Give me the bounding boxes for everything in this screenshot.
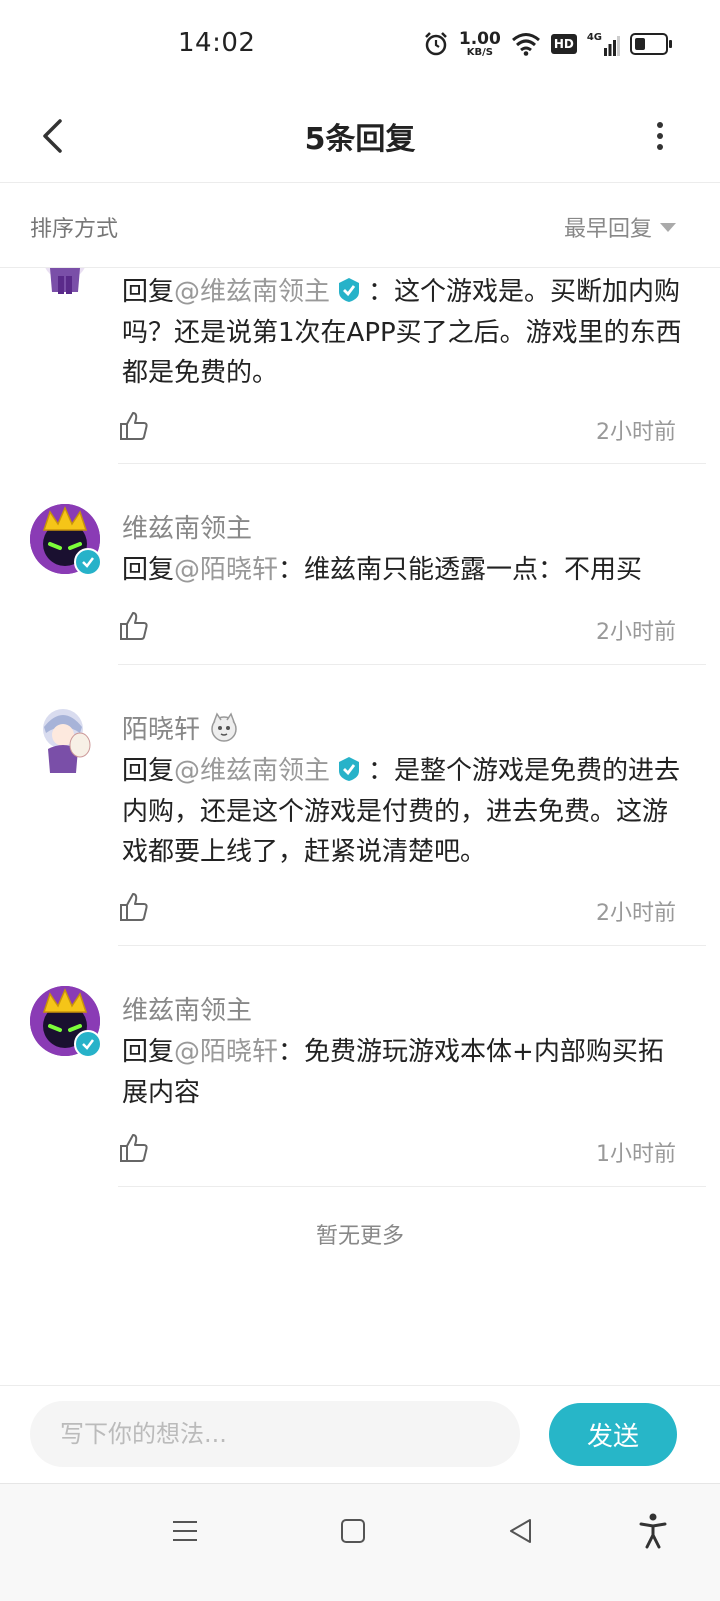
divider — [118, 1186, 706, 1187]
menu-icon — [173, 1521, 197, 1541]
like-icon[interactable] — [118, 610, 150, 642]
reply-content: 回复@陌晓轩：维兹南只能透露一点：不用买 — [122, 550, 682, 591]
wifi-icon — [511, 33, 540, 56]
reply-content: 回复@维兹南领主 ：这个游戏是。买断加内购吗？还是说第1次在APP买了之后。游戏里… — [122, 272, 682, 394]
reply-list[interactable]: 回复@维兹南领主 ：这个游戏是。买断加内购吗？还是说第1次在APP买了之后。游戏里… — [0, 268, 720, 1385]
accessibility-nav-button[interactable] — [628, 1506, 678, 1556]
avatar[interactable] — [30, 504, 102, 576]
mention-link[interactable]: @陌晓轩 — [174, 555, 278, 585]
composer-bar: 发送 — [0, 1385, 720, 1484]
avatar[interactable] — [30, 705, 100, 775]
verified-badge-icon — [339, 278, 360, 302]
net-speed-value: 1.00 — [458, 28, 501, 49]
username-text: 维兹南领主 — [122, 514, 253, 544]
reply-time: 2小时前 — [596, 620, 676, 645]
reply-time: 2小时前 — [596, 420, 676, 445]
divider — [118, 945, 706, 946]
username-text: 陌晓轩 — [122, 715, 201, 745]
accessibility-icon — [639, 1513, 667, 1549]
like-icon[interactable] — [118, 1132, 150, 1164]
reply-prefix: 回复 — [122, 555, 175, 585]
triangle-back-icon — [510, 1519, 531, 1543]
verified-badge-icon — [74, 548, 102, 576]
reply-separator: ： — [278, 1037, 305, 1067]
comment-input[interactable] — [30, 1401, 520, 1467]
username-text: 维兹南领主 — [122, 996, 253, 1026]
sort-current: 最早回复 — [563, 217, 652, 242]
net-speed-unit: KB/S — [466, 46, 493, 58]
reply-separator: ： — [368, 277, 395, 307]
more-options-button[interactable] — [640, 108, 680, 164]
alarm-icon — [424, 32, 447, 56]
menu-nav-button[interactable] — [160, 1506, 210, 1556]
sort-dropdown[interactable]: 最早回复 — [564, 211, 676, 243]
status-time: 14:02 — [178, 28, 256, 58]
more-vertical-icon — [657, 122, 663, 150]
divider — [118, 463, 706, 464]
mention-link[interactable]: @维兹南领主 — [174, 277, 330, 307]
divider — [118, 664, 706, 665]
username[interactable]: 维兹南领主 — [122, 990, 252, 1027]
sort-label: 排序方式 — [30, 217, 119, 242]
signal-icon — [604, 36, 620, 56]
reply-separator: ： — [368, 756, 395, 786]
verified-badge-icon — [339, 757, 360, 781]
no-more-label: 暂无更多 — [315, 1224, 404, 1249]
title-bar: 5条回复 — [0, 90, 720, 183]
avatar[interactable] — [30, 268, 100, 298]
reply-time: 1小时前 — [596, 1142, 676, 1167]
sort-bar: 排序方式 最早回复 — [0, 183, 720, 268]
signal-label: 4G — [586, 32, 602, 43]
status-bar: 14:02 1.00 KB/S HD 4G — [0, 0, 720, 90]
reply-content: 回复@维兹南领主 ：是整个游戏是免费的进去内购，还是这个游戏是付费的，进去免费。这… — [122, 751, 682, 873]
mention-link[interactable]: @陌晓轩 — [174, 1037, 278, 1067]
reply-prefix: 回复 — [122, 277, 175, 307]
like-icon[interactable] — [118, 410, 150, 442]
square-icon — [341, 1519, 365, 1543]
avatar[interactable] — [30, 986, 102, 1058]
signal-indicator: 4G — [587, 32, 620, 56]
system-nav-bar — [0, 1483, 720, 1601]
reply-prefix: 回复 — [122, 756, 175, 786]
reply-text: 维兹南只能透露一点：不用买 — [304, 555, 643, 585]
page-title: 5条回复 — [304, 122, 416, 157]
cat-badge-icon — [211, 711, 237, 742]
reply-time: 2小时前 — [596, 901, 676, 926]
hd-badge: HD — [550, 34, 577, 54]
send-button[interactable]: 发送 — [549, 1403, 677, 1466]
reply-prefix: 回复 — [122, 1037, 175, 1067]
reply-content: 回复@陌晓轩：免费游玩游戏本体+内部购买拓展内容 — [122, 1032, 682, 1113]
anime-avatar-icon — [45, 268, 85, 294]
back-nav-button[interactable] — [496, 1506, 546, 1556]
net-speed: 1.00 KB/S — [458, 28, 501, 58]
username[interactable]: 陌晓轩 — [122, 709, 240, 746]
like-icon[interactable] — [118, 891, 150, 923]
username[interactable]: 维兹南领主 — [122, 508, 252, 545]
caret-down-icon — [660, 222, 676, 232]
status-icons: 1.00 KB/S HD 4G — [423, 26, 672, 62]
anime-avatar-icon — [43, 709, 91, 773]
battery-icon — [630, 33, 672, 55]
reply-separator: ： — [278, 555, 305, 585]
mention-link[interactable]: @维兹南领主 — [174, 756, 330, 786]
verified-badge-icon — [74, 1030, 102, 1058]
home-nav-button[interactable] — [328, 1506, 378, 1556]
